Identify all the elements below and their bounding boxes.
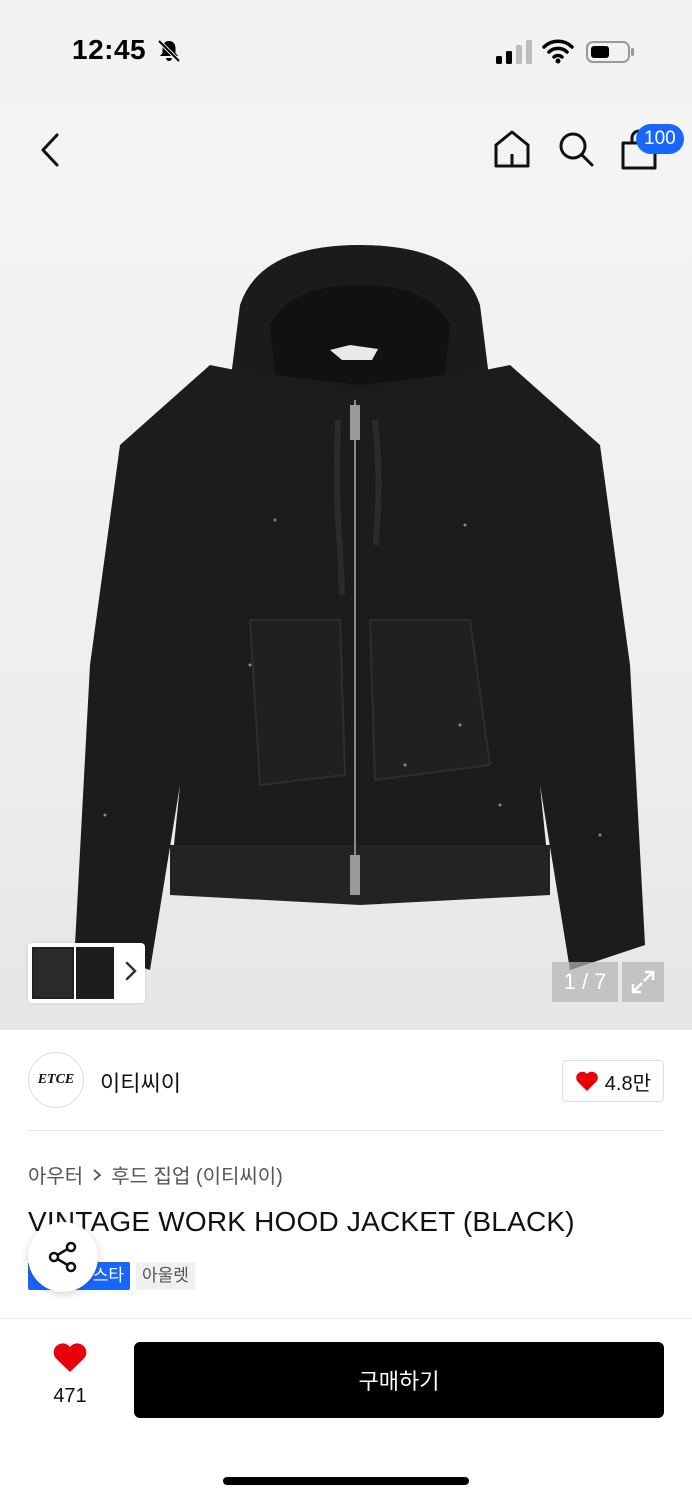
- status-time: 12:45: [72, 34, 147, 65]
- product-like-count: 471: [53, 1385, 87, 1407]
- breadcrumb-subcategory[interactable]: 후드 집업 (이티씨이): [111, 1160, 283, 1189]
- chevron-right-icon[interactable]: [123, 959, 139, 983]
- product-image: [75, 245, 645, 970]
- tag-outlet: 아울렛: [136, 1262, 195, 1290]
- home-button[interactable]: [490, 126, 534, 172]
- cart-count-badge: 100: [636, 124, 684, 154]
- product-like-button[interactable]: 471: [34, 1342, 106, 1418]
- battery-icon: [586, 41, 634, 63]
- brand-like-button[interactable]: 4.8만: [561, 1060, 664, 1102]
- divider: [28, 1130, 664, 1131]
- share-button[interactable]: [28, 1222, 98, 1292]
- heart-icon: [53, 1343, 87, 1372]
- brand-logo[interactable]: ETCE: [28, 1052, 84, 1108]
- expand-icon: [631, 970, 655, 994]
- back-button[interactable]: [30, 128, 70, 172]
- cellular-signal-icon: [496, 40, 532, 64]
- home-indicator: [223, 1477, 469, 1485]
- thumbnail-2[interactable]: [76, 947, 114, 999]
- share-icon: [48, 1241, 77, 1273]
- product-title: VINTAGE WORK HOOD JACKET (BLACK): [28, 1206, 575, 1237]
- thumbnail-strip[interactable]: [28, 943, 145, 1003]
- status-bar: 12:45: [0, 0, 692, 100]
- chevron-left-icon: [41, 133, 59, 167]
- search-button[interactable]: [554, 126, 598, 172]
- brand-like-count: 4.8만: [604, 1072, 651, 1095]
- heart-icon: [575, 1071, 598, 1091]
- thumbnail-1[interactable]: [32, 947, 74, 999]
- brand-name[interactable]: 이티씨이: [100, 1066, 181, 1098]
- bell-muted-icon: [157, 39, 181, 63]
- breadcrumb: 아우터 후드 집업 (이티씨이): [28, 1160, 283, 1189]
- image-pager: 1 / 7: [552, 962, 618, 1002]
- brand-row: ETCE 이티씨이 4.8만: [28, 1052, 664, 1110]
- bottom-bar-divider: [0, 1318, 692, 1319]
- expand-button[interactable]: [622, 962, 664, 1002]
- home-icon: [494, 130, 530, 168]
- wifi-icon: [542, 39, 574, 64]
- breadcrumb-category[interactable]: 아우터: [28, 1160, 83, 1189]
- search-icon: [559, 132, 594, 167]
- chevron-right-icon: [93, 1168, 102, 1181]
- buy-button[interactable]: 구매하기: [134, 1342, 664, 1418]
